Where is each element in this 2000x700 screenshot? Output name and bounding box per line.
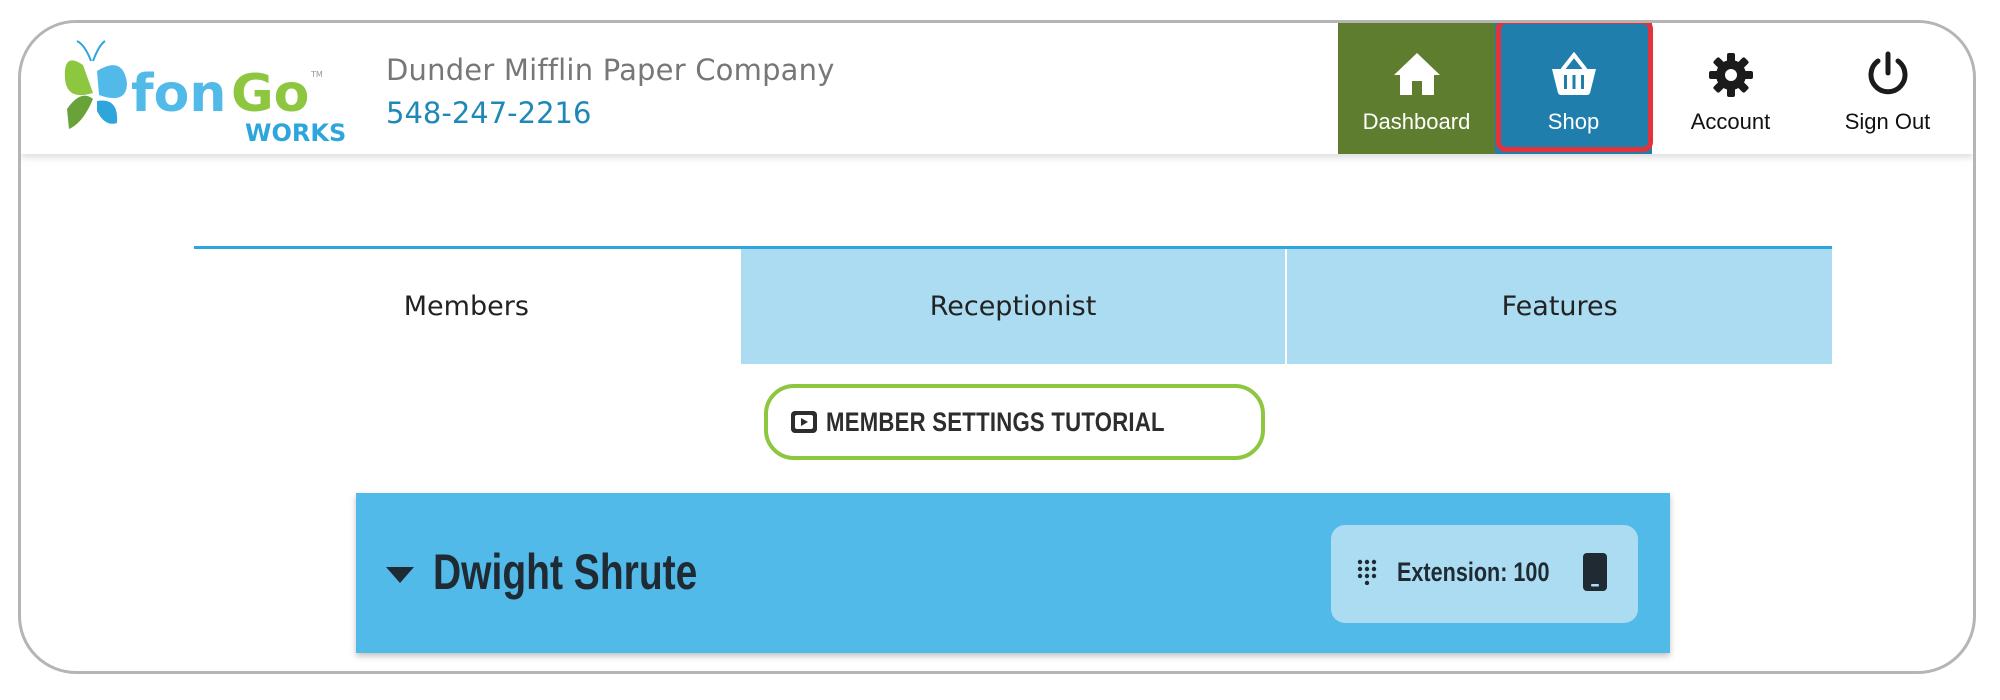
svg-text:TM: TM: [310, 70, 323, 79]
company-name: Dunder Mifflin Paper Company: [386, 53, 835, 87]
dialpad-icon: [1357, 559, 1377, 590]
nav-dashboard-label: Dashboard: [1362, 109, 1471, 134]
member-name[interactable]: Dwight Shrute: [433, 543, 697, 601]
home-icon: [1392, 51, 1442, 99]
mobile-phone-icon: [1582, 552, 1608, 597]
svg-text:fon: fon: [131, 64, 226, 124]
tab-features[interactable]: Features: [1285, 249, 1833, 364]
company-phone: 548-247-2216: [386, 96, 592, 130]
collapse-caret-icon[interactable]: [386, 567, 414, 588]
nav-shop-button[interactable]: Shop: [1495, 23, 1652, 154]
nav-signout-button[interactable]: Sign Out: [1809, 23, 1966, 154]
member-settings-tutorial-button[interactable]: MEMBER SETTINGS TUTORIAL: [764, 384, 1265, 460]
gear-icon: [1707, 51, 1755, 99]
power-icon: [1865, 51, 1911, 99]
basket-icon: [1549, 51, 1599, 99]
nav-dashboard-button[interactable]: Dashboard: [1338, 23, 1495, 154]
nav-account-button[interactable]: Account: [1652, 23, 1809, 154]
video-play-icon: [790, 410, 818, 434]
extension-badge[interactable]: Extension: 100: [1331, 525, 1638, 623]
tab-receptionist[interactable]: Receptionist: [738, 249, 1286, 364]
svg-text:WORKS: WORKS: [245, 119, 346, 147]
member-card: Dwight Shrute Extension: 100: [356, 493, 1670, 653]
top-header: fon Go TM WORKS Dunder Mifflin Paper Com…: [21, 23, 1973, 154]
nav-shop-label: Shop: [1547, 109, 1600, 134]
fongo-works-logo[interactable]: fon Go TM WORKS: [53, 31, 353, 151]
nav-signout-label: Sign Out: [1844, 109, 1931, 134]
company-info: Dunder Mifflin Paper Company 548-247-221…: [386, 53, 835, 130]
nav-account-label: Account: [1690, 109, 1771, 134]
svg-text:Go: Go: [231, 64, 309, 124]
extension-label: Extension: 100: [1397, 557, 1550, 587]
settings-tabs: Members Receptionist Features: [194, 246, 1833, 364]
tab-members[interactable]: Members: [194, 249, 739, 364]
app-window: fon Go TM WORKS Dunder Mifflin Paper Com…: [18, 20, 1976, 674]
tutorial-button-label: MEMBER SETTINGS TUTORIAL: [825, 406, 1165, 437]
